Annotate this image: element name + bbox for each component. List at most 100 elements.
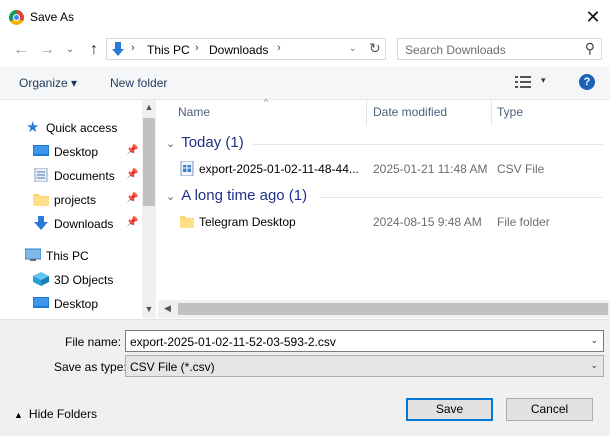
file-row[interactable]: export-2025-01-02-11-48-44... 2025-01-21… bbox=[176, 158, 606, 180]
title-bar: Save As ✕ bbox=[0, 0, 610, 34]
file-date: 2024-08-15 9:48 AM bbox=[373, 215, 482, 229]
nav-item-label: 3D Objects bbox=[54, 273, 114, 287]
chrome-icon bbox=[9, 10, 24, 25]
window-title: Save As bbox=[30, 10, 75, 24]
file-name-field[interactable]: export-2025-01-02-11-52-03-593-2.csv ⌄ bbox=[125, 330, 604, 352]
desktop-icon bbox=[33, 297, 49, 308]
nav-item-label: Desktop bbox=[54, 145, 99, 159]
new-folder-button[interactable]: New folder bbox=[110, 76, 167, 90]
refresh-button[interactable]: ↻ bbox=[369, 40, 381, 57]
column-divider[interactable] bbox=[366, 100, 367, 126]
group-label: Today (1) bbox=[181, 134, 244, 151]
breadcrumb-downloads[interactable]: Downloads bbox=[209, 43, 268, 57]
sort-indicator: ^ bbox=[264, 97, 269, 107]
column-header-name[interactable]: Name bbox=[178, 105, 210, 119]
pin-icon: 📌 bbox=[126, 193, 139, 204]
hide-folders-label: Hide Folders bbox=[28, 407, 97, 421]
group-divider bbox=[253, 144, 603, 145]
save-as-type-label: Save as type: bbox=[54, 360, 127, 374]
search-placeholder: Search Downloads bbox=[405, 43, 506, 57]
nav-item-desktop[interactable]: Desktop 📌 bbox=[0, 140, 141, 164]
navigation-pane: ★ Quick access Desktop 📌 Documents 📌 pro… bbox=[0, 100, 141, 318]
collapse-chevron-icon: ⌄ bbox=[166, 191, 176, 203]
collapse-chevron-icon: ⌄ bbox=[166, 138, 176, 150]
view-dropdown-button[interactable]: ▾ bbox=[541, 75, 546, 86]
nav-item-label: Desktop bbox=[54, 297, 99, 311]
save-as-type-select[interactable]: CSV File (*.csv) ⌄ bbox=[125, 355, 604, 377]
star-icon: ★ bbox=[26, 119, 40, 136]
address-row: ← → ⌄ ↑ › This PC › Downloads › ⌄ ↻ Sear… bbox=[0, 34, 610, 66]
breadcrumb-separator[interactable]: › bbox=[195, 42, 199, 54]
breadcrumb-separator[interactable]: › bbox=[131, 42, 135, 54]
nav-item-documents[interactable]: Documents 📌 bbox=[0, 164, 141, 188]
group-header-long-ago[interactable]: ⌄ A long time ago (1) bbox=[166, 187, 307, 204]
nav-item-quick-access[interactable]: ★ Quick access bbox=[0, 116, 141, 140]
file-type: File folder bbox=[497, 215, 550, 229]
save-as-type-value: CSV File (*.csv) bbox=[130, 360, 215, 374]
file-row[interactable]: Telegram Desktop 2024-08-15 9:48 AM File… bbox=[176, 211, 606, 233]
nav-item-label: Documents bbox=[54, 169, 115, 183]
file-name: export-2025-01-02-11-48-44... bbox=[199, 162, 359, 176]
organize-button[interactable]: Organize ▾ bbox=[19, 76, 77, 90]
group-header-today[interactable]: ⌄ Today (1) bbox=[166, 134, 244, 151]
group-divider bbox=[320, 197, 603, 198]
chevron-up-icon: ▲ bbox=[14, 410, 23, 420]
column-header-date[interactable]: Date modified bbox=[373, 105, 447, 119]
view-options-icon[interactable] bbox=[515, 75, 531, 89]
search-icon[interactable]: ⚲ bbox=[585, 40, 595, 57]
close-button[interactable]: ✕ bbox=[581, 6, 605, 28]
nav-item-label: projects bbox=[54, 193, 97, 207]
cube-icon bbox=[33, 272, 49, 286]
group-label: A long time ago (1) bbox=[181, 187, 308, 204]
search-input[interactable]: Search Downloads ⚲ bbox=[397, 38, 602, 60]
address-bar[interactable]: › This PC › Downloads › ⌄ ↻ bbox=[106, 38, 386, 60]
scroll-down-arrow[interactable]: ▼ bbox=[142, 304, 156, 314]
pin-icon: 📌 bbox=[126, 145, 139, 156]
column-divider[interactable] bbox=[491, 100, 492, 126]
scroll-thumb[interactable] bbox=[143, 118, 155, 206]
save-form: File name: export-2025-01-02-11-52-03-59… bbox=[0, 319, 610, 436]
nav-item-3d-objects[interactable]: 3D Objects bbox=[0, 268, 141, 292]
recent-locations-button[interactable]: ⌄ bbox=[61, 41, 79, 59]
address-dropdown-button[interactable]: ⌄ bbox=[349, 43, 357, 54]
nav-item-projects[interactable]: projects 📌 bbox=[0, 188, 141, 212]
computer-icon bbox=[25, 248, 41, 261]
scroll-left-arrow[interactable]: ◀ bbox=[164, 303, 171, 314]
scroll-up-arrow[interactable]: ▲ bbox=[142, 102, 156, 112]
chevron-down-icon: ⌄ bbox=[590, 360, 598, 370]
downloads-location-icon bbox=[112, 42, 124, 56]
downloads-icon bbox=[34, 216, 48, 230]
navigation-scrollbar[interactable]: ▲ ▼ bbox=[142, 100, 156, 318]
command-bar: Organize ▾ New folder ▾ ? bbox=[0, 66, 610, 100]
save-as-dialog: Save As ✕ ← → ⌄ ↑ › This PC › Downloads … bbox=[0, 0, 610, 436]
pin-icon: 📌 bbox=[126, 217, 139, 228]
desktop-icon bbox=[33, 145, 49, 156]
save-button[interactable]: Save bbox=[406, 398, 493, 421]
nav-item-label: Quick access bbox=[46, 121, 118, 135]
nav-item-downloads[interactable]: Downloads 📌 bbox=[0, 212, 141, 236]
file-name-dropdown-icon[interactable]: ⌄ bbox=[590, 335, 598, 346]
csv-file-icon bbox=[180, 161, 194, 176]
file-name: Telegram Desktop bbox=[199, 215, 296, 229]
file-list: ^ Name Date modified Type ⌄ Today (1) exp… bbox=[158, 97, 610, 318]
cancel-button[interactable]: Cancel bbox=[506, 398, 593, 421]
folder-icon bbox=[180, 216, 194, 228]
horizontal-scrollbar[interactable]: ◀ bbox=[158, 300, 610, 318]
file-date: 2025-01-21 11:48 AM bbox=[373, 162, 488, 176]
documents-icon bbox=[34, 168, 48, 182]
nav-item-this-pc[interactable]: This PC bbox=[0, 244, 141, 268]
nav-item-label: Downloads bbox=[54, 217, 114, 231]
scroll-thumb[interactable] bbox=[178, 303, 608, 315]
back-button[interactable]: ← bbox=[12, 41, 30, 59]
up-button[interactable]: ↑ bbox=[85, 41, 103, 59]
breadcrumb-this-pc[interactable]: This PC bbox=[147, 43, 190, 57]
nav-item-desktop-pc[interactable]: Desktop bbox=[0, 292, 141, 316]
file-name-label: File name: bbox=[65, 335, 122, 349]
forward-button[interactable]: → bbox=[38, 41, 56, 59]
help-button[interactable]: ? bbox=[579, 74, 595, 90]
file-type: CSV File bbox=[497, 162, 545, 176]
breadcrumb-separator[interactable]: › bbox=[277, 42, 281, 54]
column-header-type[interactable]: Type bbox=[497, 105, 523, 119]
file-name-value[interactable]: export-2025-01-02-11-52-03-593-2.csv bbox=[130, 335, 336, 349]
hide-folders-button[interactable]: ▲ Hide Folders bbox=[14, 407, 97, 421]
